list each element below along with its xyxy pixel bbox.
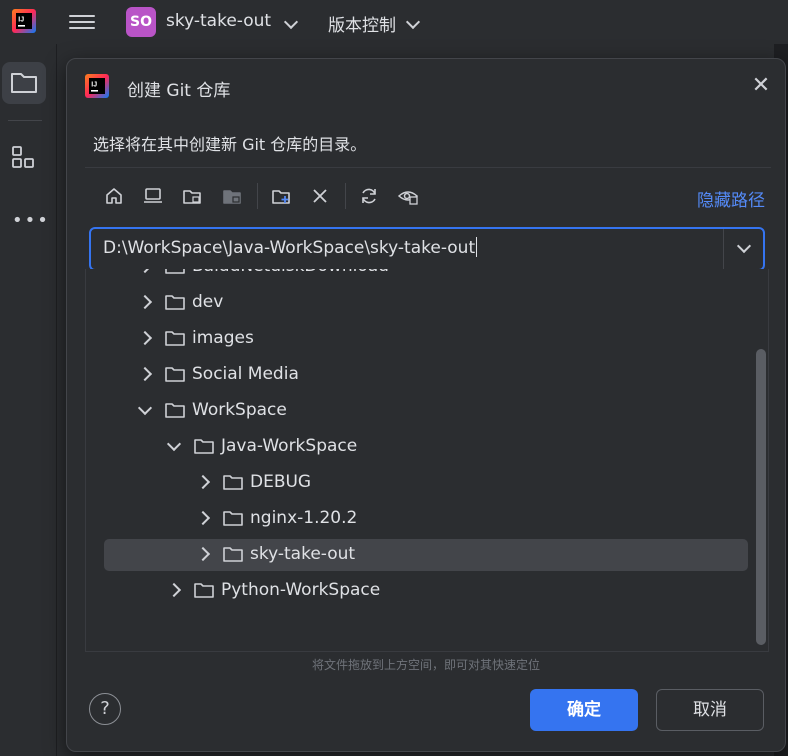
project-name[interactable]: sky-take-out: [166, 11, 271, 31]
folder-icon: [165, 295, 185, 310]
tree-row[interactable]: Java-WorkSpace: [86, 431, 768, 463]
divider: [723, 229, 724, 269]
dialog-title: 创建 Git 仓库: [127, 81, 231, 101]
folder-icon: [165, 367, 185, 382]
drop-hint: 将文件拖放到上方空间，即可对其快速定位: [311, 658, 540, 672]
home-icon[interactable]: [99, 181, 129, 211]
delete-icon[interactable]: [305, 181, 335, 211]
chevron-right-icon[interactable]: [137, 269, 153, 274]
tree-row-label: Java-WorkSpace: [221, 436, 358, 456]
intellij-logo-icon: IJ: [85, 74, 109, 98]
chevron-right-icon[interactable]: [195, 510, 211, 526]
create-git-repo-dialog: IJ 创建 Git 仓库 ✕ 选择将在其中创建新 Git 仓库的目录。 隐藏路径…: [66, 58, 786, 752]
tree-row[interactable]: sky-take-out: [104, 539, 748, 571]
tree-row[interactable]: nginx-1.20.2: [86, 503, 768, 535]
structure-icon[interactable]: [10, 144, 38, 172]
divider: [257, 183, 258, 209]
tree-row-label: WorkSpace: [192, 400, 287, 420]
folder-icon: [165, 403, 185, 418]
project-dir-icon[interactable]: [177, 181, 207, 211]
folder-icon: [165, 331, 185, 346]
ok-button[interactable]: 确定: [530, 689, 638, 731]
tree-row[interactable]: dev: [86, 287, 768, 319]
show-hidden-icon[interactable]: [393, 181, 423, 211]
project-badge[interactable]: SO: [126, 7, 156, 37]
chevron-down-icon[interactable]: [283, 14, 299, 30]
chevron-right-icon[interactable]: [166, 582, 182, 598]
divider: [8, 120, 42, 121]
dialog-description: 选择将在其中创建新 Git 仓库的目录。: [93, 135, 367, 154]
project-folder-icon: [11, 73, 37, 93]
folder-icon: [194, 583, 214, 598]
close-icon[interactable]: ✕: [749, 74, 773, 98]
chevron-right-icon[interactable]: [137, 366, 153, 382]
project-tool-button[interactable]: [2, 62, 46, 104]
directory-tree[interactable]: BaiduNetdiskDownload dev images Social Medi…: [85, 269, 769, 652]
tree-row[interactable]: DEBUG: [86, 467, 768, 499]
help-button[interactable]: ?: [89, 693, 121, 725]
tree-row-label: images: [192, 328, 254, 348]
path-input[interactable]: D:\WorkSpace\Java-WorkSpace\sky-take-out: [103, 237, 478, 258]
intellij-logo-icon[interactable]: IJ: [12, 9, 36, 33]
folder-icon: [194, 439, 214, 454]
divider: [345, 183, 346, 209]
main-menu-icon[interactable]: [69, 11, 95, 33]
folder-icon: [223, 511, 243, 526]
tree-row-label: DEBUG: [250, 472, 312, 492]
tree-row-label: nginx-1.20.2: [250, 508, 358, 528]
tree-row-label: BaiduNetdiskDownload: [192, 269, 389, 276]
chevron-right-icon[interactable]: [195, 474, 211, 490]
tree-scrollbar[interactable]: [756, 349, 766, 645]
folder-icon: [223, 475, 243, 490]
cancel-button[interactable]: 取消: [656, 689, 764, 731]
hide-path-link[interactable]: 隐藏路径: [697, 186, 765, 211]
tree-row[interactable]: Python-WorkSpace: [86, 575, 768, 607]
folder-icon: [165, 269, 185, 274]
tree-row[interactable]: images: [86, 323, 768, 355]
main-toolbar: IJ SO sky-take-out 版本控制: [0, 0, 788, 44]
svg-text:IJ: IJ: [91, 82, 97, 89]
chevron-down-icon[interactable]: [137, 400, 153, 416]
tree-row[interactable]: Social Media: [86, 359, 768, 391]
chevron-down-icon[interactable]: [166, 436, 182, 452]
chevron-right-icon[interactable]: [137, 294, 153, 310]
path-history-dropdown[interactable]: [725, 229, 763, 269]
path-value: D:\WorkSpace\Java-WorkSpace\sky-take-out: [103, 238, 476, 258]
tree-row[interactable]: WorkSpace: [86, 395, 768, 427]
chevron-down-icon: [736, 238, 752, 254]
tree-row[interactable]: BaiduNetdiskDownload: [86, 269, 768, 283]
module-dir-icon[interactable]: [217, 181, 247, 211]
chevron-right-icon[interactable]: [195, 546, 211, 562]
svg-text:IJ: IJ: [18, 17, 24, 24]
path-combobox[interactable]: D:\WorkSpace\Java-WorkSpace\sky-take-out: [89, 227, 765, 271]
folder-icon: [223, 547, 243, 562]
tree-row-label: dev: [192, 292, 224, 312]
tree-row-label: Social Media: [192, 364, 299, 384]
desktop-icon[interactable]: [138, 181, 168, 211]
chevron-down-icon[interactable]: [405, 14, 421, 30]
tree-row-label: sky-take-out: [250, 544, 356, 564]
chevron-right-icon[interactable]: [137, 330, 153, 346]
new-folder-icon[interactable]: [266, 181, 296, 211]
refresh-icon[interactable]: [354, 181, 384, 211]
tool-window-strip: •••: [0, 44, 57, 756]
divider: [85, 167, 771, 168]
vcs-menu[interactable]: 版本控制: [328, 11, 396, 36]
tree-row-label: Python-WorkSpace: [221, 580, 381, 600]
text-caret: [476, 237, 478, 257]
more-icon[interactable]: •••: [12, 210, 50, 231]
